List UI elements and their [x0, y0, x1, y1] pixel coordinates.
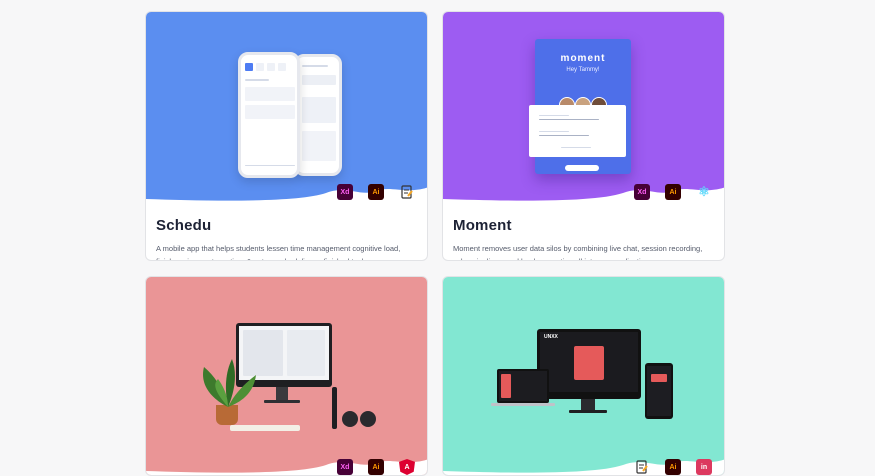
project-hero-dashboard: Xd Ai A: [146, 277, 427, 475]
angular-icon: A: [399, 459, 415, 475]
desktop-monitor-mockup: UNXX: [537, 329, 641, 399]
moment-form-panel: [529, 105, 626, 157]
adobe-illustrator-icon: Ai: [368, 459, 384, 475]
project-hero-schedu: Xd Ai: [146, 12, 427, 204]
adobe-illustrator-icon: Ai: [665, 459, 681, 475]
moment-app-mockup: moment Hey Tammy!: [529, 39, 631, 174]
project-card-devices[interactable]: UNXX Ai in: [442, 276, 725, 476]
screen-title: UNXX: [544, 334, 558, 340]
tool-icons: Ai in: [634, 459, 712, 475]
project-hero-devices: UNXX Ai in: [443, 277, 724, 475]
project-title: Moment: [453, 217, 512, 234]
tool-icons: Xd Ai A: [337, 459, 415, 475]
phone-mockup-back: [294, 54, 342, 176]
adobe-xd-icon: Xd: [337, 459, 353, 475]
plant-leaves-icon: [203, 359, 256, 407]
project-card-moment[interactable]: moment Hey Tammy! Xd Ai ⚛ Moment Moment …: [442, 11, 725, 261]
moment-logo: moment: [560, 53, 606, 64]
moment-cta-button: [565, 165, 599, 171]
react-icon: ⚛: [698, 184, 710, 199]
project-card-schedu[interactable]: Xd Ai Schedu A mobile app that helps stu…: [145, 11, 428, 261]
moment-greeting: Hey Tammy!: [566, 67, 600, 73]
project-description: A mobile app that helps students lessen …: [156, 244, 401, 261]
project-description: Moment removes user data silos by combin…: [453, 244, 703, 261]
document-edit-icon: [399, 184, 415, 200]
document-edit-icon: [634, 459, 650, 475]
project-hero-moment: moment Hey Tammy! Xd Ai ⚛: [443, 12, 724, 204]
adobe-xd-icon: Xd: [337, 184, 353, 200]
invision-icon: in: [696, 459, 712, 475]
phone-mockup-front: [238, 52, 300, 178]
project-card-dashboard[interactable]: Xd Ai A: [145, 276, 428, 476]
tablet-mockup: [645, 363, 673, 419]
adobe-xd-icon: Xd: [634, 184, 650, 200]
project-title: Schedu: [156, 217, 212, 234]
laptop-mockup: [497, 369, 549, 403]
adobe-illustrator-icon: Ai: [665, 184, 681, 200]
tool-icons: Xd Ai: [337, 184, 415, 200]
adobe-illustrator-icon: Ai: [368, 184, 384, 200]
tool-icons: Xd Ai ⚛: [634, 184, 712, 200]
